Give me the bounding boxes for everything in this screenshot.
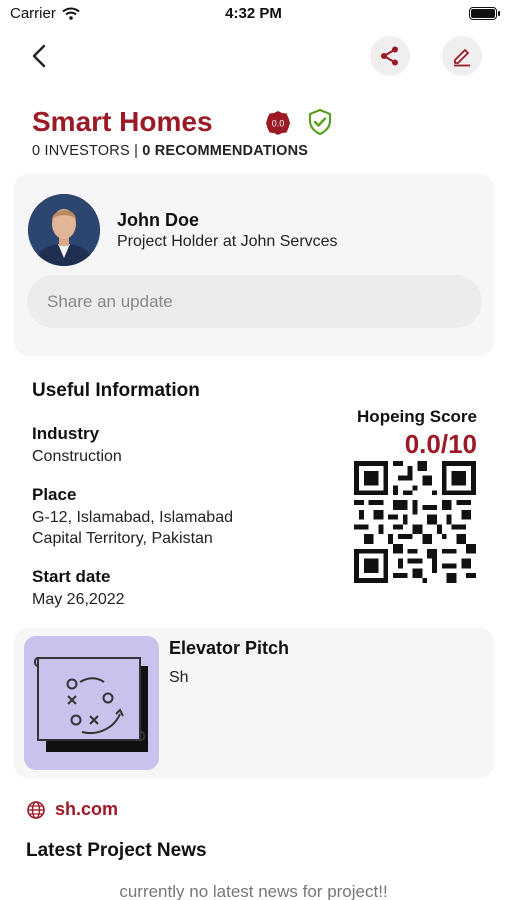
website-row[interactable]: sh.com	[26, 799, 118, 820]
holder-card: John Doe Project Holder at John Servces …	[14, 174, 494, 356]
qr-code[interactable]	[354, 461, 476, 583]
stats-separator: |	[134, 143, 139, 159]
website-link[interactable]: sh.com	[55, 799, 118, 820]
strategy-board-icon	[34, 657, 148, 752]
score-badge-label: 0.0	[272, 119, 285, 129]
share-update-input[interactable]: Share an update	[27, 275, 482, 328]
start-date-label: Start date	[32, 567, 111, 586]
elevator-pitch-card[interactable]: Elevator Pitch Sh	[14, 628, 494, 778]
useful-info-heading: Useful Information	[32, 380, 200, 401]
project-title: Smart Homes	[32, 106, 213, 137]
avatar[interactable]	[28, 194, 100, 266]
edit-button[interactable]	[442, 36, 482, 76]
share-update-placeholder: Share an update	[47, 291, 173, 311]
place-line-2: Capital Territory, Pakistan	[32, 530, 213, 547]
battery-icon	[469, 7, 500, 20]
recommendations-count: 0 RECOMMENDATIONS	[142, 143, 309, 159]
back-button[interactable]	[26, 42, 54, 70]
hopeing-score-value: 0.0/10	[404, 429, 477, 459]
latest-news-heading: Latest Project News	[26, 840, 207, 861]
no-news-message: currently no latest news for project!!	[119, 882, 388, 900]
place-line-1: G-12, Islamabad, Islamabad	[32, 509, 233, 526]
globe-icon	[27, 800, 45, 819]
start-date-value: May 26,2022	[32, 591, 125, 608]
pitch-image	[24, 636, 159, 770]
person-photo	[28, 194, 100, 266]
pitch-title: Elevator Pitch	[169, 638, 290, 658]
hopeing-score-title: Hopeing Score	[357, 407, 477, 426]
verified-shield-icon	[306, 108, 334, 136]
holder-name[interactable]: John Doe	[117, 210, 199, 231]
score-badge: 0.0	[265, 110, 291, 136]
status-bar: Carrier 4:32 PM	[0, 0, 507, 28]
status-time: 4:32 PM	[225, 5, 282, 22]
share-button[interactable]	[370, 36, 410, 76]
project-stats: 0 INVESTORS | 0 RECOMMENDATIONS	[32, 143, 308, 159]
investors-count: 0 INVESTORS	[32, 143, 130, 159]
holder-role: Project Holder at John Servces	[117, 233, 338, 250]
chevron-left-icon	[32, 44, 46, 68]
pitch-text: Sh	[169, 669, 189, 686]
industry-label: Industry	[32, 424, 100, 443]
pencil-icon	[454, 49, 470, 67]
place-label: Place	[32, 485, 77, 504]
score-seal-icon: 0.0	[266, 111, 290, 135]
share-icon	[381, 46, 398, 66]
industry-value: Construction	[32, 448, 122, 465]
